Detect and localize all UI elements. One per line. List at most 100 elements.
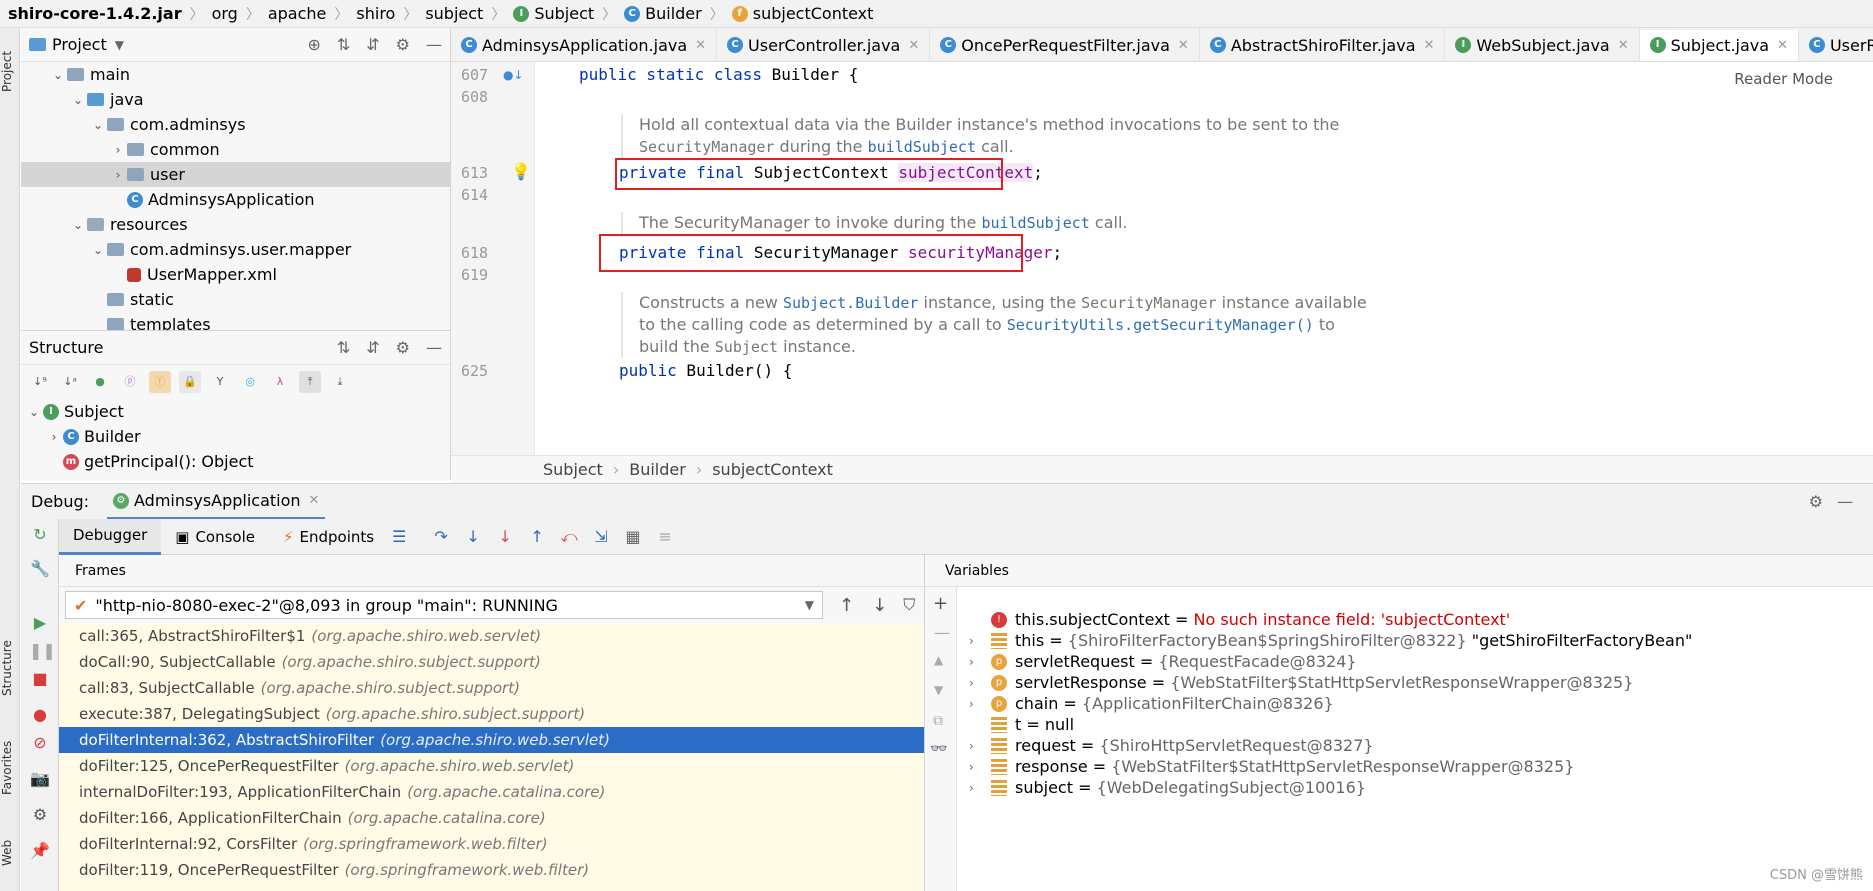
drop-frame-icon[interactable]: ⤺: [558, 527, 580, 547]
tree-item[interactable]: ⌄ resources: [21, 212, 450, 237]
arrow-up-icon[interactable]: ↑: [839, 595, 854, 616]
close-icon[interactable]: ✕: [908, 38, 919, 53]
tree-item[interactable]: ⌄ com.adminsys: [21, 112, 450, 137]
crumb-shiro[interactable]: shiro: [356, 4, 395, 23]
debug-session-tab[interactable]: ⚙ AdminsysApplication ✕: [107, 485, 326, 519]
editor-tab[interactable]: C UserController.java ✕: [717, 28, 931, 61]
close-icon[interactable]: ✕: [309, 493, 320, 508]
show-inherited-icon[interactable]: ●: [89, 371, 111, 393]
chevron-down-icon[interactable]: ⌄: [89, 243, 107, 257]
crumb-apache[interactable]: apache: [268, 4, 327, 23]
editor-tab[interactable]: C AdminsysApplication.java ✕: [451, 28, 718, 61]
chevron-down-icon[interactable]: ⌄: [25, 405, 43, 419]
resume-icon[interactable]: ▶: [29, 613, 51, 635]
crumb-subject-package[interactable]: subject: [425, 4, 483, 23]
close-icon[interactable]: ✕: [1777, 38, 1788, 53]
autoscroll-from-source-icon[interactable]: ⤓: [329, 371, 351, 393]
pause-icon[interactable]: ❚❚: [29, 641, 56, 663]
chevron-right-icon[interactable]: ›: [109, 168, 127, 182]
stack-frame-row[interactable]: doFilterInternal:92, CorsFilter (org.spri…: [59, 831, 924, 857]
expand-all-icon[interactable]: ⇅: [337, 338, 350, 357]
copy-icon[interactable]: ⧉: [933, 713, 943, 729]
chevron-right-icon[interactable]: ›: [109, 143, 127, 157]
editor-tab[interactable]: CUserRealm.ja: [1799, 28, 1873, 61]
tree-item[interactable]: ⌄ main: [21, 62, 450, 87]
chevron-right-icon[interactable]: ›: [969, 739, 983, 753]
editor-tab[interactable]: C AbstractShiroFilter.java ✕: [1200, 28, 1446, 61]
close-icon[interactable]: ✕: [695, 38, 706, 53]
close-icon[interactable]: ✕: [1424, 38, 1435, 53]
gear-icon[interactable]: ⚙: [1809, 492, 1823, 511]
force-step-into-icon[interactable]: ↓: [494, 527, 516, 546]
tree-item[interactable]: UserMapper.xml: [21, 262, 450, 287]
crumb-builder[interactable]: Builder: [645, 4, 702, 23]
tree-item[interactable]: ⌄ com.adminsys.user.mapper: [21, 237, 450, 262]
editor-tab[interactable]: C OncePerRequestFilter.java ✕: [930, 28, 1200, 61]
structure-item-builder[interactable]: › C Builder: [21, 424, 450, 449]
favorites-tool-tab[interactable]: Favorites: [0, 728, 20, 808]
trace-current-stream-icon[interactable]: ≡: [654, 527, 676, 546]
sort-by-visibility-icon[interactable]: ↓⁹: [29, 371, 51, 393]
wrench-icon[interactable]: 🔧: [29, 559, 51, 581]
anonymous-classes-icon[interactable]: ◎: [239, 371, 261, 393]
step-out-icon[interactable]: ↑: [526, 527, 548, 546]
collapse-all-icon[interactable]: ⇵: [366, 35, 379, 54]
move-down-icon[interactable]: ▼: [934, 683, 943, 697]
thread-selector[interactable]: ✔ "http-nio-8080-exec-2"@8,093 in group …: [65, 591, 823, 619]
chevron-right-icon[interactable]: ›: [969, 676, 983, 690]
chevron-right-icon[interactable]: ›: [969, 697, 983, 711]
stop-icon[interactable]: ■: [29, 669, 51, 691]
chevron-down-icon[interactable]: ▼: [115, 38, 124, 52]
sort-alphabetically-icon[interactable]: ↓ᵃ: [59, 371, 81, 393]
lambda-icon[interactable]: λ: [269, 371, 291, 393]
chevron-right-icon[interactable]: ›: [969, 781, 983, 795]
structure-item-subject[interactable]: ⌄ I Subject: [21, 399, 450, 424]
hide-icon[interactable]: —: [426, 338, 442, 357]
hide-icon[interactable]: —: [1837, 492, 1853, 511]
stack-frame-row[interactable]: execute:387, DelegatingSubject (org.apach…: [59, 701, 924, 727]
add-watch-icon[interactable]: +: [933, 593, 948, 614]
stack-frame-row[interactable]: doFilterInternal:362, AbstractShiroFilte…: [59, 727, 924, 753]
reader-mode-button[interactable]: Reader Mode: [1734, 70, 1833, 88]
stack-frame-row[interactable]: call:365, AbstractShiroFilter$1 (org.apac…: [59, 623, 924, 649]
step-over-icon[interactable]: ↷: [430, 527, 452, 546]
settings-icon[interactable]: ⚙: [29, 805, 51, 827]
editor-tab[interactable]: I WebSubject.java ✕: [1445, 28, 1640, 61]
view-breakpoints-icon[interactable]: ●: [29, 705, 51, 727]
close-icon[interactable]: ✕: [1618, 38, 1629, 53]
show-properties-icon[interactable]: ⓟ: [119, 371, 141, 393]
code-editor[interactable]: 607 608 613 614 618 619 625 ●↓ 💡 public …: [451, 62, 1873, 455]
chevron-right-icon[interactable]: ›: [969, 655, 983, 669]
step-into-icon[interactable]: ↓: [462, 527, 484, 546]
tree-item[interactable]: › user: [21, 162, 450, 187]
tree-item[interactable]: static: [21, 287, 450, 312]
tab-debugger[interactable]: Debugger: [59, 518, 162, 555]
expand-all-icon[interactable]: ⇅: [337, 35, 350, 54]
doc-link[interactable]: Subject.Builder: [783, 294, 918, 312]
editor-tab[interactable]: I Subject.java ✕: [1639, 29, 1799, 61]
crumb-subject[interactable]: Subject: [534, 4, 594, 23]
gear-icon[interactable]: ⚙: [396, 35, 410, 54]
show-non-public-icon[interactable]: 🔒: [179, 371, 201, 393]
remove-watch-icon[interactable]: —: [934, 623, 950, 642]
stack-frame-row[interactable]: doFilter:166, ApplicationFilterChain (org…: [59, 805, 924, 831]
stack-frame-row[interactable]: doFilter:125, OncePerRequestFilter (org.a…: [59, 753, 924, 779]
chevron-right-icon[interactable]: ›: [45, 430, 63, 444]
run-to-cursor-icon[interactable]: ⇲: [590, 527, 612, 546]
rerun-icon[interactable]: ↻: [29, 525, 51, 547]
doc-link[interactable]: buildSubject: [981, 214, 1089, 232]
show-watches-icon[interactable]: 👓: [930, 741, 947, 757]
crumb-org[interactable]: org: [212, 4, 238, 23]
tab-console[interactable]: ▣ Console: [161, 519, 269, 555]
arrow-down-icon[interactable]: ↓: [872, 595, 887, 616]
crumb-jar[interactable]: shiro-core-1.4.2.jar: [8, 4, 182, 23]
chevron-down-icon[interactable]: ▼: [805, 598, 814, 612]
show-fields-icon[interactable]: ⓕ: [149, 371, 171, 393]
stack-frame-row[interactable]: doFilter:119, OncePerRequestFilter (org.s…: [59, 857, 924, 883]
show-lambdas-icon[interactable]: Y: [209, 371, 231, 393]
code-crumb-builder[interactable]: Builder: [629, 460, 686, 479]
evaluate-expression-icon[interactable]: ▦: [622, 527, 644, 546]
tree-item[interactable]: C AdminsysApplication: [21, 187, 450, 212]
filter-icon[interactable]: ⛉: [903, 595, 915, 615]
implemented-icon[interactable]: ●↓: [503, 68, 524, 82]
